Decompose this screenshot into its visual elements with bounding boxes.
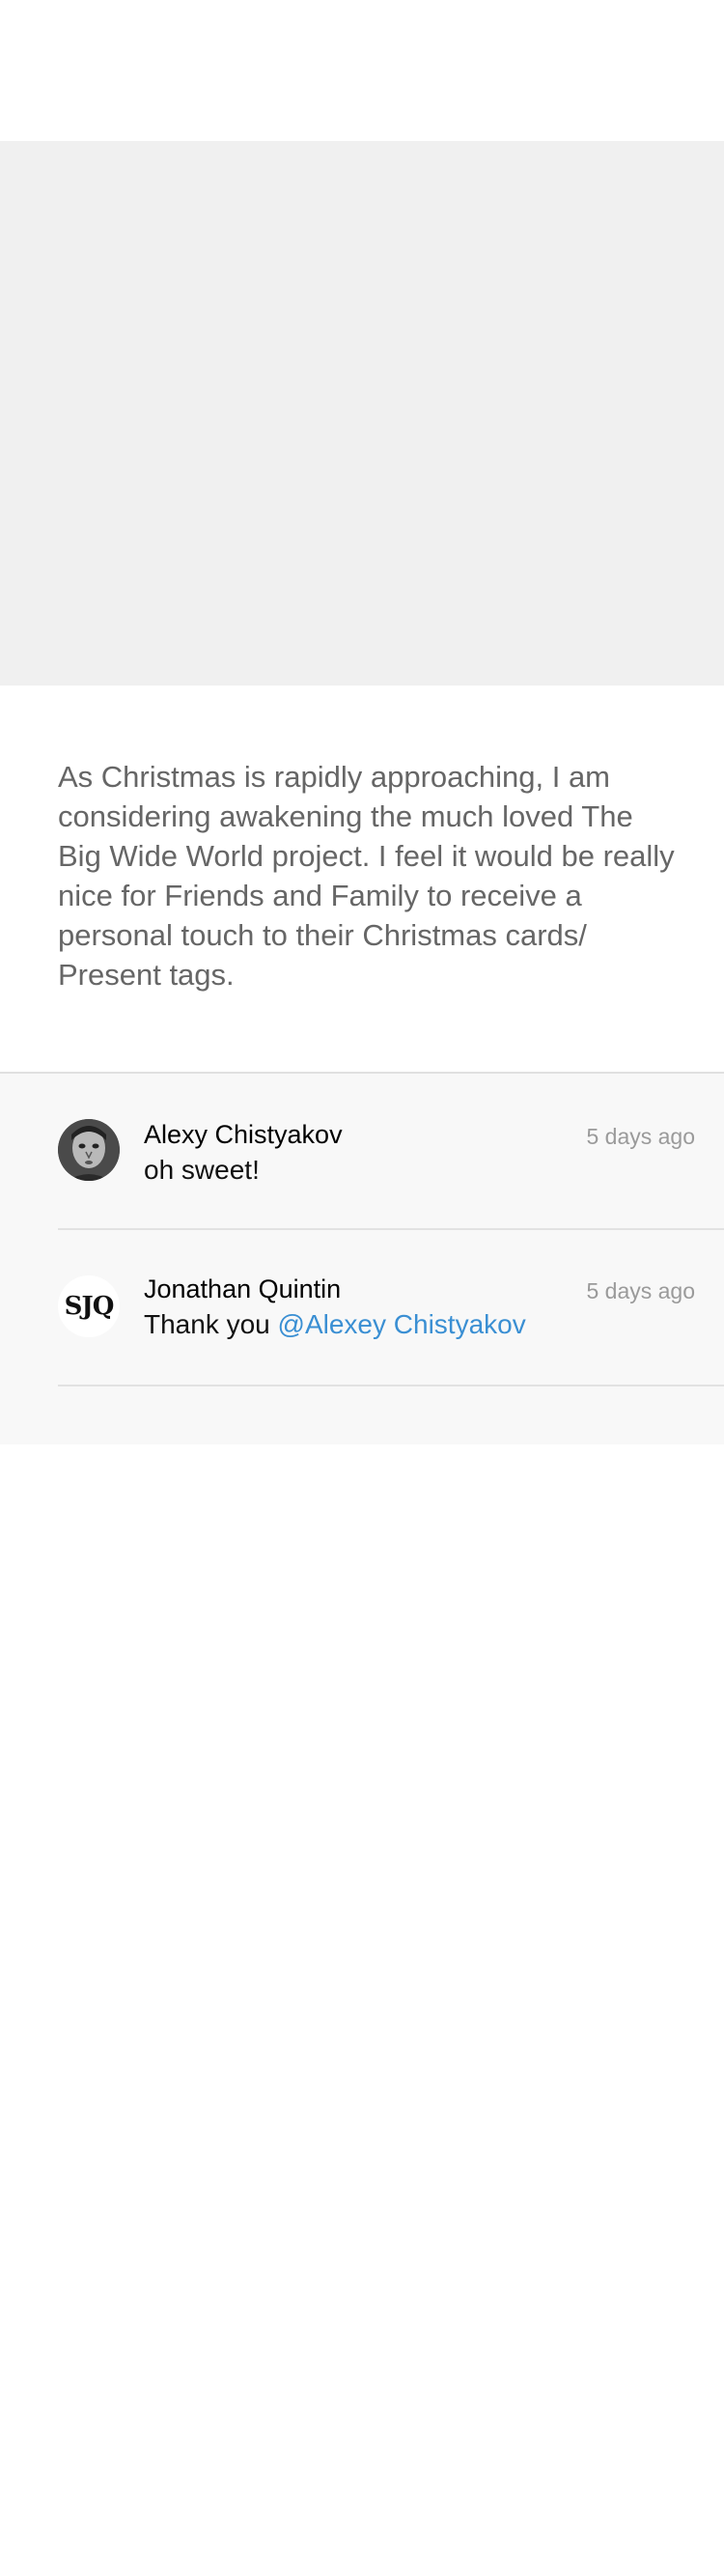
comment-text-content: Thank you: [144, 1309, 278, 1339]
top-bar: [0, 0, 724, 141]
user-photo-icon: [58, 1119, 120, 1181]
avatar[interactable]: SJQ: [58, 1275, 120, 1337]
comment-author[interactable]: Alexy Chistyakov: [144, 1120, 343, 1150]
comment-timestamp: 5 days ago: [586, 1124, 695, 1149]
page: As Christmas is rapidly approaching, I a…: [0, 0, 724, 2576]
avatar-monogram: SJQ: [64, 1292, 115, 1321]
avatar[interactable]: [58, 1119, 120, 1181]
comment-author[interactable]: Jonathan Quintin: [144, 1274, 341, 1304]
comment-item: SJQ Jonathan Quintin 5 days ago Thank yo…: [58, 1230, 724, 1386]
comment-item: Alexy Chistyakov 5 days ago oh sweet!: [58, 1074, 724, 1230]
user-mention-link[interactable]: @Alexey Chistyakov: [278, 1309, 526, 1339]
post-hero-image: [0, 141, 724, 686]
post-body-text: As Christmas is rapidly approaching, I a…: [58, 760, 675, 992]
comment-timestamp: 5 days ago: [586, 1278, 695, 1303]
comments-section: Alexy Chistyakov 5 days ago oh sweet! SJ…: [0, 1072, 724, 1444]
comment-text: Thank you @Alexey Chistyakov: [144, 1309, 526, 1340]
comment-text: oh sweet!: [144, 1155, 260, 1185]
